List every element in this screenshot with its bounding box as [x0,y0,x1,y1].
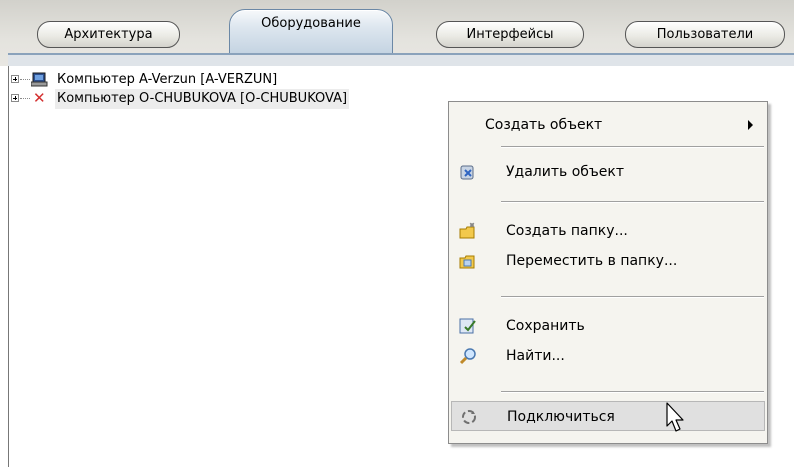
connect-icon [462,410,476,424]
tree-connector [20,98,30,99]
tab-architecture[interactable]: Архитектура [37,21,180,48]
tree-item-label: Компьютер O-CHUBUKOVA [O-CHUBUKOVA] [55,89,350,109]
tab-underline-band [8,55,794,66]
tree-item-label: Компьютер A-Verzun [A-VERZUN] [57,72,278,87]
new-folder-icon [459,222,475,239]
disconnected-x-icon: ✕ [33,89,46,107]
menu-item-label: Сохранить [506,318,585,334]
menu-item-connect[interactable]: Подключиться [451,401,765,431]
menu-item-label: Удалить объект [506,164,625,180]
menu-separator [501,296,764,298]
menu-item-create-folder[interactable]: Создать папку... [451,216,765,246]
tab-strip: Архитектура Оборудование Интерфейсы Поль… [0,0,794,66]
tab-interfaces[interactable]: Интерфейсы [436,21,584,48]
menu-separator [501,146,764,148]
menu-item-label: Переместить в папку... [506,253,678,269]
submenu-arrow-icon [748,120,753,130]
tab-label: Оборудование [261,16,361,31]
move-to-folder-icon [459,255,475,269]
tab-label: Пользователи [656,27,754,42]
mouse-pointer-icon [666,402,684,432]
tab-label: Интерфейсы [466,27,554,42]
menu-item-delete-object[interactable]: Удалить объект [451,157,765,187]
tree-connector [20,79,30,80]
context-menu: Создать объект Удалить объект Создать па… [448,101,768,444]
menu-item-find[interactable]: Найти... [451,341,765,371]
menu-separator [501,201,764,203]
menu-item-move-to-folder[interactable]: Переместить в папку... [451,246,765,276]
expand-icon[interactable] [11,75,19,83]
tab-users[interactable]: Пользователи [625,21,785,48]
menu-item-label: Создать папку... [506,223,628,239]
menu-item-create-object[interactable]: Создать объект [451,110,765,140]
expand-icon[interactable] [11,94,19,102]
menu-item-label: Найти... [506,348,565,364]
menu-item-label: Создать объект [485,117,603,133]
tab-label: Архитектура [64,27,153,42]
tab-equipment[interactable]: Оборудование [229,9,393,54]
delete-object-icon [460,165,474,180]
menu-item-save[interactable]: Сохранить [451,311,765,341]
search-icon [459,348,476,365]
save-icon [459,318,476,334]
computer-icon [31,72,48,87]
menu-separator [501,391,764,393]
menu-item-label: Подключиться [507,409,615,425]
